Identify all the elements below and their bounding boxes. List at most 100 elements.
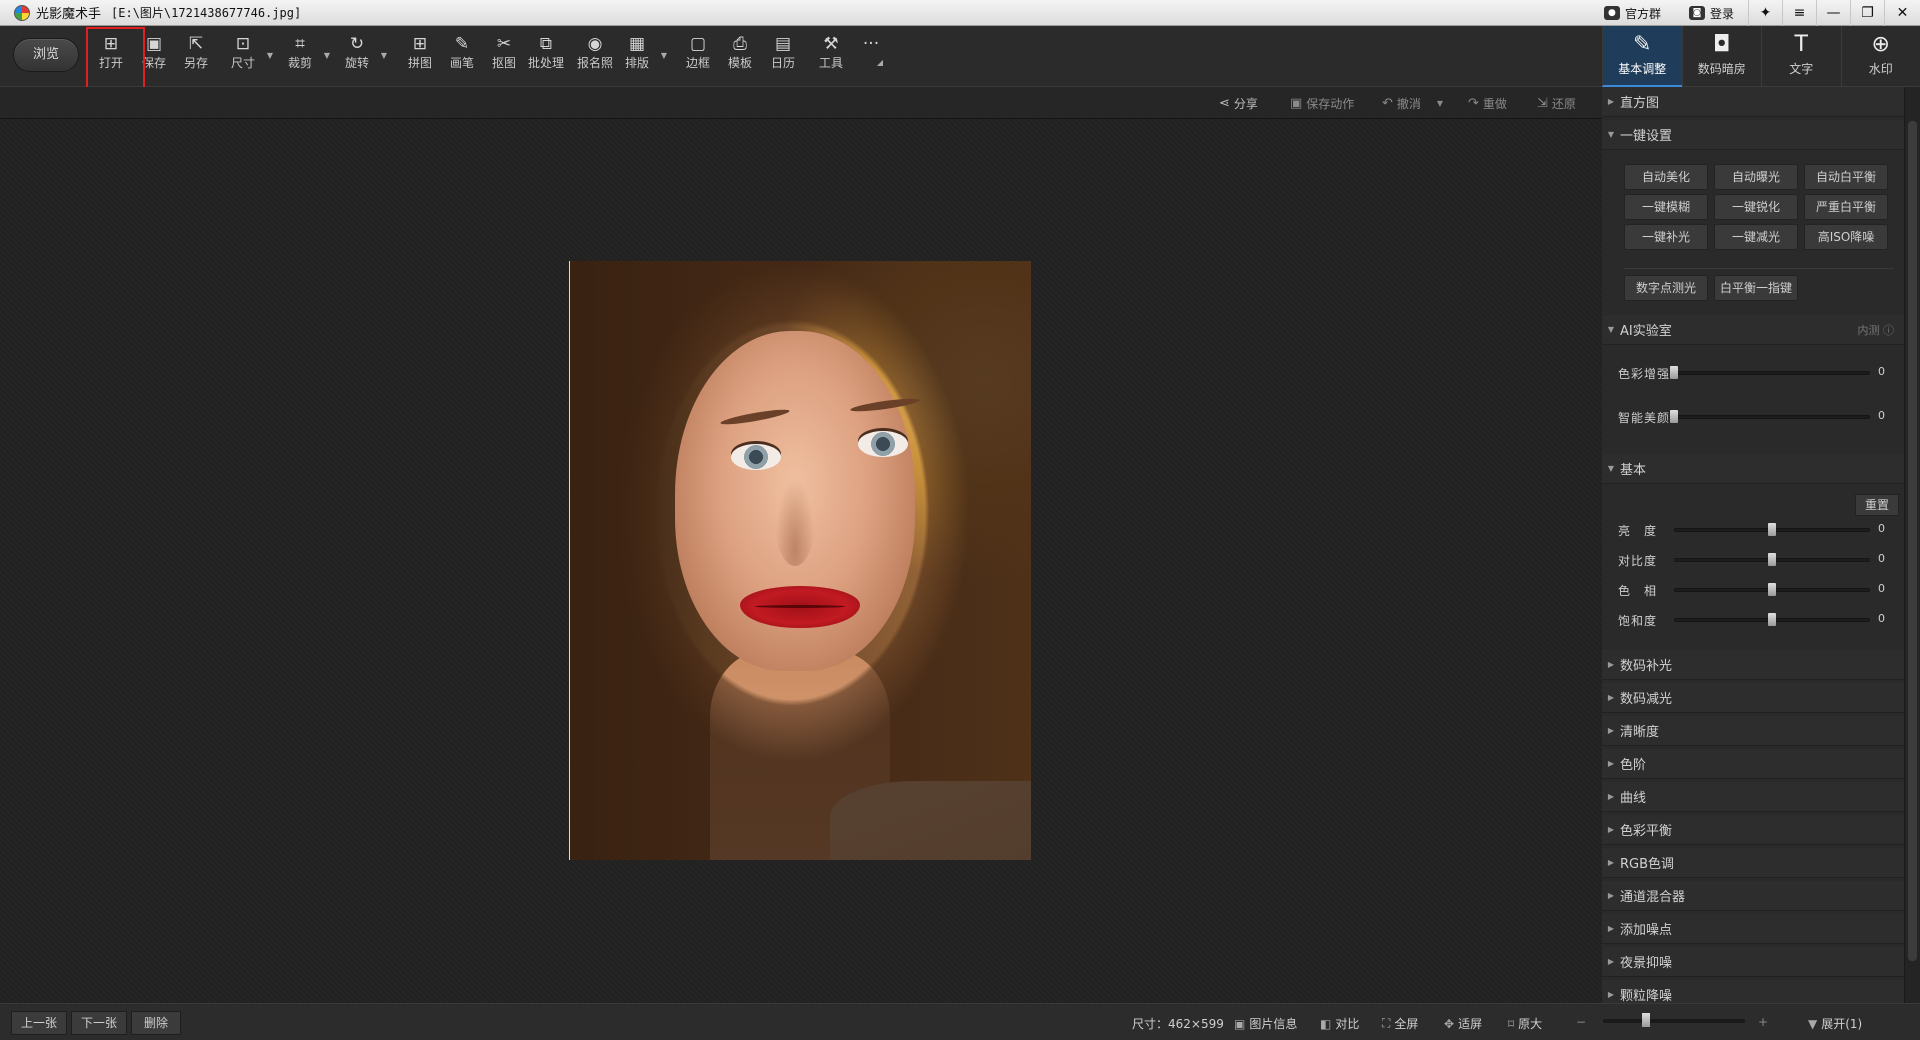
slider-knob[interactable]	[1768, 583, 1776, 596]
section-collapsed[interactable]: ▶ 颗粒降噪	[1602, 980, 1904, 1003]
tool-label: 批处理	[527, 56, 564, 70]
close-button[interactable]: ✕	[1884, 0, 1920, 26]
tool-collage-button[interactable]: ⊞ 拼图	[399, 34, 441, 76]
redo-button[interactable]: ↷ 重做	[1468, 95, 1507, 112]
dropdown-arrow-icon[interactable]: ▼	[267, 51, 273, 60]
maximize-button[interactable]: ❐	[1850, 0, 1884, 26]
panel-scrollbar[interactable]	[1904, 87, 1920, 1003]
zoom-out-button[interactable]: −	[1576, 1015, 1586, 1029]
slider-track[interactable]	[1674, 415, 1870, 419]
section-histogram[interactable]: ▶ 直方图	[1602, 87, 1904, 117]
zoom-slider-track[interactable]	[1603, 1019, 1745, 1023]
save-action-button[interactable]: ▣ 保存动作	[1290, 95, 1354, 112]
fit-screen-button[interactable]: ✥ 适屏	[1444, 1015, 1482, 1032]
dropdown-arrow-icon[interactable]: ▼	[324, 51, 330, 60]
one-click-button[interactable]: 自动曝光	[1714, 164, 1798, 190]
slider-knob[interactable]	[1768, 613, 1776, 626]
spot-metering-button[interactable]: 数字点测光	[1624, 275, 1708, 301]
dropdown-arrow-icon[interactable]: ▼	[661, 51, 667, 60]
login-link[interactable]: ◙ 登录	[1675, 5, 1748, 22]
dropdown-arrow-icon[interactable]: ▼	[1437, 99, 1443, 108]
scrollbar-thumb[interactable]	[1908, 121, 1917, 961]
section-collapsed[interactable]: ▶ 通道混合器	[1602, 881, 1904, 911]
tool-save-as-button[interactable]: ⇱ 另存	[175, 34, 217, 76]
section-one-click[interactable]: ▼ 一键设置	[1602, 120, 1904, 150]
undo-button[interactable]: ↶ 撤消 ▼	[1382, 95, 1443, 112]
delete-button[interactable]: 删除	[131, 1011, 181, 1035]
tool-resize-button[interactable]: ⊡ 尺寸 ▼	[222, 34, 273, 76]
dropdown-arrow-icon[interactable]: ▼	[381, 51, 387, 60]
section-ai-lab[interactable]: ▼ AI实验室 内测 ⓘ	[1602, 315, 1904, 345]
zoom-in-button[interactable]: +	[1758, 1015, 1768, 1029]
slider-track[interactable]	[1674, 371, 1870, 375]
tool-id-photo-button[interactable]: ◉ 报名照	[574, 34, 616, 76]
slider-value: 0	[1878, 582, 1885, 595]
slider-knob[interactable]	[1670, 410, 1678, 423]
tool-calendar-button[interactable]: ▤ 日历	[762, 34, 804, 76]
skin-button[interactable]: ✦	[1748, 0, 1782, 26]
section-collapsed[interactable]: ▶ RGB色调	[1602, 848, 1904, 878]
section-collapsed[interactable]: ▶ 色阶	[1602, 749, 1904, 779]
tool-cutout-button[interactable]: ✂ 抠图	[483, 34, 525, 76]
chevron-right-icon: ▶	[1607, 693, 1615, 702]
slider-knob[interactable]	[1670, 366, 1678, 379]
one-click-button[interactable]: 一键模糊	[1624, 194, 1708, 220]
white-balance-button[interactable]: 白平衡一指键	[1714, 275, 1798, 301]
section-collapsed[interactable]: ▶ 夜景抑噪	[1602, 947, 1904, 977]
tool-wrench-button[interactable]: ⚒ 工具	[810, 34, 852, 76]
section-collapsed[interactable]: ▶ 添加噪点	[1602, 914, 1904, 944]
tool-frame-button[interactable]: ▢ 边框	[677, 34, 719, 76]
section-collapsed[interactable]: ▶ 数码补光	[1602, 650, 1904, 680]
fit-label: 适屏	[1458, 1017, 1483, 1031]
user-icon: ◙	[1688, 6, 1705, 20]
image-canvas[interactable]	[0, 119, 1602, 1003]
browse-button[interactable]: 浏览	[13, 38, 79, 72]
original-size-button[interactable]: ⌑ 原大	[1508, 1015, 1542, 1032]
tool-rotate-button[interactable]: ↻ 旋转 ▼	[336, 34, 387, 76]
slider-knob[interactable]	[1768, 553, 1776, 566]
expand-button[interactable]: ▼ 展开(1)	[1808, 1015, 1862, 1032]
section-collapsed[interactable]: ▶ 曲线	[1602, 782, 1904, 812]
section-collapsed[interactable]: ▶ 色彩平衡	[1602, 815, 1904, 845]
tool-brush-button[interactable]: ✎ 画笔	[441, 34, 483, 76]
one-click-button[interactable]: 自动美化	[1624, 164, 1708, 190]
official-group-link[interactable]: ● 官方群	[1590, 5, 1675, 22]
tab-watermark[interactable]: ⊕ 水印	[1840, 26, 1920, 87]
minimize-button[interactable]: —	[1816, 0, 1850, 26]
more-tools-button[interactable]: ··· ◢	[850, 34, 892, 76]
tool-layout-button[interactable]: ▦ 排版 ▼	[616, 34, 667, 76]
tool-label: 抠图	[491, 56, 516, 70]
tool-label: 日历	[770, 56, 795, 70]
tool-batch-button[interactable]: ⧉ 批处理	[525, 34, 567, 76]
chevron-down-icon: ▼	[1607, 130, 1615, 139]
restore-button[interactable]: ⇲ 还原	[1537, 95, 1576, 112]
section-basic[interactable]: ▼ 基本	[1602, 454, 1904, 484]
main-toolbar: 浏览 ⊞ 打开 ▣ 保存 ⇱ 另存 ⊡ 尺寸 ▼ ⌗ 裁剪 ▼ ↻ 旋转 ▼ ⊞ 拼图 ✎ 画笔 ✂ 抠图 ⧉ 批处理 ◉ 报名…	[0, 26, 1602, 87]
one-click-button[interactable]: 严重白平衡	[1804, 194, 1888, 220]
tool-crop-button[interactable]: ⌗ 裁剪 ▼	[279, 34, 330, 76]
menu-button[interactable]: ≡	[1782, 0, 1816, 26]
one-click-button[interactable]: 一键减光	[1714, 224, 1798, 250]
tool-template-button[interactable]: ⎙ 模板	[719, 34, 761, 76]
prev-button[interactable]: 上一张	[11, 1011, 67, 1035]
tab-edit[interactable]: ✎ 基本调整	[1602, 26, 1682, 87]
section-collapsed[interactable]: ▶ 清晰度	[1602, 716, 1904, 746]
tab-camera[interactable]: ◘ 数码暗房	[1681, 26, 1762, 87]
tool-save-button[interactable]: ▣ 保存	[133, 34, 175, 76]
tool-open-button[interactable]: ⊞ 打开	[90, 34, 132, 76]
compare-button[interactable]: ◧ 对比	[1320, 1015, 1359, 1032]
image-info-button[interactable]: ▣ 图片信息	[1234, 1015, 1297, 1032]
fullscreen-button[interactable]: ⛶ 全屏	[1382, 1015, 1418, 1032]
share-button[interactable]: ⋖ 分享	[1219, 95, 1258, 112]
one-click-button[interactable]: 自动白平衡	[1804, 164, 1888, 190]
one-click-button[interactable]: 一键锐化	[1714, 194, 1798, 220]
next-button[interactable]: 下一张	[71, 1011, 127, 1035]
section-collapsed[interactable]: ▶ 数码减光	[1602, 683, 1904, 713]
compare-icon: ◧	[1320, 1016, 1332, 1031]
tab-text[interactable]: T 文字	[1761, 26, 1841, 87]
zoom-slider-knob[interactable]	[1642, 1013, 1650, 1027]
slider-knob[interactable]	[1768, 523, 1776, 536]
one-click-button[interactable]: 高ISO降噪	[1804, 224, 1888, 250]
reset-button[interactable]: 重置	[1855, 494, 1899, 516]
one-click-button[interactable]: 一键补光	[1624, 224, 1708, 250]
